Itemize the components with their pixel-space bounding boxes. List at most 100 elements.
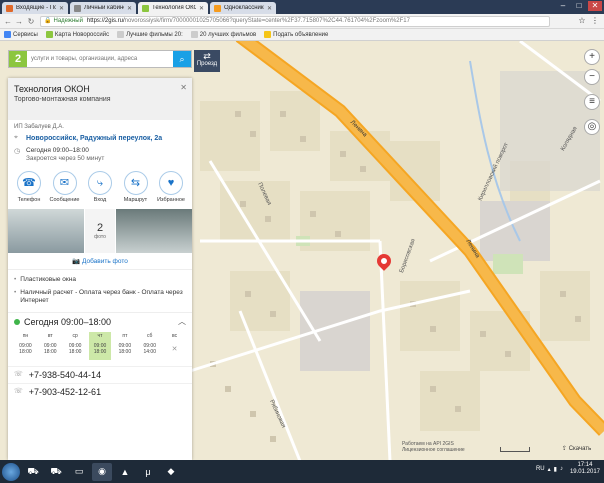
action-message[interactable]: ✉ Сообщение: [48, 171, 82, 203]
day-sat: сб 09:00 14:00: [143, 333, 156, 355]
card-header: Технология ОКОН Торгово-монтажная компан…: [8, 78, 192, 120]
locate-button[interactable]: ◎: [584, 119, 600, 135]
firm-name: Технология ОКОН: [14, 84, 90, 94]
heart-icon: ♥: [159, 171, 183, 195]
route-button[interactable]: Проезд: [194, 50, 220, 72]
close-tab-icon[interactable]: ✕: [199, 5, 204, 12]
bookmark-films[interactable]: Лучшие фильмы 20:: [117, 31, 183, 38]
tab-odnoklassniki[interactable]: Одноклассники ✕: [210, 2, 276, 14]
apps-icon: [4, 31, 11, 38]
phone-row[interactable]: ☏ +7-903-452-12-61: [8, 383, 192, 400]
tab-mail[interactable]: Входящие - Почта М✕: [2, 2, 68, 14]
ruler-button[interactable]: ≡: [584, 94, 600, 110]
close-tab-icon[interactable]: ✕: [127, 5, 132, 12]
open-status-icon: [14, 318, 20, 325]
bookmark-ad[interactable]: Подать объявление: [264, 31, 328, 38]
minimize-button[interactable]: –: [556, 1, 570, 11]
clock[interactable]: 17:14 19.01.2017: [570, 462, 600, 476]
action-entrance[interactable]: ⤷ Вход: [83, 171, 117, 203]
photo-count[interactable]: 2 фото: [85, 209, 115, 253]
day-thu: чт 09:00 18:00: [88, 332, 112, 360]
tank-game-icon[interactable]: ⛟: [46, 463, 66, 481]
avast-icon[interactable]: ▲: [115, 463, 135, 481]
firm-category: Торгово-монтажная компания: [14, 96, 111, 103]
features-list: • Пластиковые окна • Наличный расчет - Опл…: [8, 269, 192, 312]
zoom-out-button[interactable]: −: [584, 69, 600, 85]
download-button[interactable]: ⇪ Скачать: [562, 445, 591, 452]
action-phone[interactable]: ☎ Телефон: [12, 171, 46, 203]
clock-icon: ◷: [14, 148, 21, 155]
2gis-icon: [45, 31, 53, 38]
route-icon: ⇆: [123, 171, 148, 195]
address-row[interactable]: ⌖ Новороссийск, Радужный переулок, 2а: [8, 132, 192, 145]
volume-icon[interactable]: ♪: [560, 466, 563, 472]
camera-icon: 📷: [72, 258, 83, 265]
firm-org: ИП Забалуев Д.А.: [14, 124, 64, 130]
ad-icon: [264, 31, 272, 38]
mail-icon: [6, 4, 13, 12]
language-indicator[interactable]: RU: [536, 466, 545, 472]
back-button[interactable]: ←: [3, 17, 13, 27]
tab-cabinet[interactable]: Личный кабинет - Мо✕: [70, 2, 136, 14]
zoom-in-button[interactable]: +: [584, 49, 600, 65]
day-wed: ср 09:00 18:00: [68, 333, 82, 355]
action-buttons: ☎ Телефон ✉ Сообщение ⤷ Вход ⇆ Маршрут ♥ Избр…: [8, 165, 192, 205]
taskbar: ⛟ ⛟ ▭ ◉ ▲ μ ◆ RU ▴ ▮ ♪ 17:14 19.01.2017: [0, 460, 604, 483]
chrome-icon[interactable]: ◉: [92, 462, 112, 481]
photo-thumbnail[interactable]: [116, 209, 192, 253]
schedule-header[interactable]: Сегодня 09:00–18:00 ︿: [8, 312, 192, 330]
network-icon[interactable]: ▮: [554, 466, 557, 473]
day-sun: вс ✕: [171, 333, 178, 353]
close-tab-icon[interactable]: ✕: [267, 5, 272, 12]
firm-address[interactable]: Новороссийск, Радужный переулок, 2а: [26, 134, 162, 143]
menu-icon[interactable]: ⋮: [590, 16, 600, 26]
search-button[interactable]: ⌕: [173, 51, 191, 67]
forward-button[interactable]: →: [14, 17, 24, 27]
2gis-logo-icon[interactable]: 2: [9, 51, 27, 67]
address-bar: ← → ↻ 🔒 Надежный https://2gis.ru/novorossi…: [0, 14, 604, 29]
reload-button[interactable]: ↻: [26, 17, 36, 27]
start-button[interactable]: [2, 462, 20, 481]
bookmark-map[interactable]: Карта Новороссийс: [45, 31, 109, 38]
page-icon: [74, 4, 81, 12]
phone-icon: ☏: [14, 371, 23, 378]
photo-thumbnail[interactable]: [8, 209, 84, 253]
windows-explorer-icon[interactable]: ▭: [69, 463, 89, 481]
location-icon: ⌖: [14, 134, 18, 141]
phone-row[interactable]: ☏ +7-938-540-44-14: [8, 366, 192, 383]
entrance-icon: ⤷: [88, 171, 112, 195]
bookmarks-bar: Сервисы Карта Новороссийс Лучшие фильмы …: [0, 29, 604, 41]
torrent-icon[interactable]: μ: [138, 463, 158, 481]
system-tray: RU ▴ ▮ ♪ 17:14 19.01.2017: [536, 462, 600, 476]
vpn-icon[interactable]: ◆: [161, 463, 181, 481]
tab-2gis[interactable]: Технология ОКОН, тор✕: [138, 2, 208, 14]
tank-game-icon[interactable]: ⛟: [23, 463, 43, 481]
page-icon: [190, 31, 198, 38]
maximize-button[interactable]: □: [572, 1, 586, 11]
page-icon: [117, 31, 125, 38]
tray-icon[interactable]: ▴: [548, 466, 551, 473]
message-icon: ✉: [52, 171, 77, 195]
ok-icon: [214, 4, 221, 12]
action-favorite[interactable]: ♥ Избранное: [154, 171, 188, 203]
chevron-up-icon[interactable]: ︿: [178, 316, 186, 327]
url-field[interactable]: 🔒 Надежный https://2gis.ru/novorossiysk/fi…: [40, 16, 550, 27]
bookmark-services[interactable]: Сервисы: [4, 31, 38, 38]
day-mon: пн 09:00 18:00: [19, 333, 32, 355]
list-item: • Наличный расчет - Оплата через банк - О…: [14, 289, 183, 304]
phone-icon: ☎: [17, 171, 41, 195]
action-route[interactable]: ⇆ Маршрут: [119, 171, 153, 203]
close-window-button[interactable]: ✕: [588, 1, 602, 11]
map-credit[interactable]: Работаем на API 2GIS Лицензионное соглаш…: [402, 441, 465, 453]
day-tue: вт 09:00 18:00: [44, 333, 57, 355]
search-input[interactable]: [27, 52, 173, 66]
close-tab-icon[interactable]: ✕: [59, 5, 64, 12]
close-icon[interactable]: ✕: [180, 83, 187, 92]
week-schedule: пн 09:00 18:00 вт 09:00 18:00 ср 09:00 18:0…: [8, 330, 192, 360]
search-icon: ⌕: [179, 54, 185, 64]
star-icon[interactable]: ☆: [577, 16, 587, 26]
add-photo-link[interactable]: 📷 Добавить фото: [8, 253, 192, 269]
bookmark-films-20[interactable]: 20 лучших фильмов: [190, 31, 256, 38]
search-bar: 2 ⌕: [8, 50, 192, 68]
map-scale: [500, 447, 530, 452]
